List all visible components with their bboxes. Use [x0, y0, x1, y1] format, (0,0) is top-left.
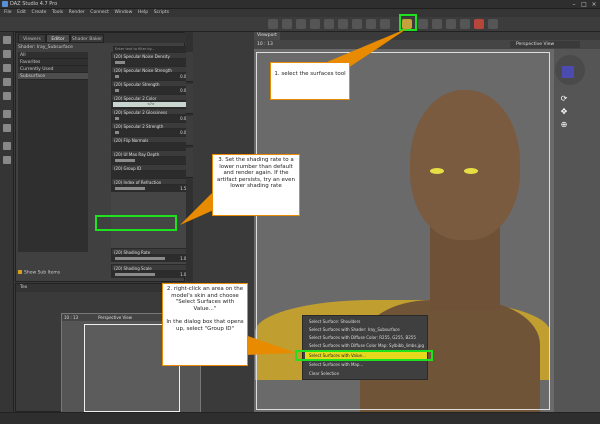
arrow-to-context-menu — [245, 335, 296, 355]
callout-step-2: 2. right-click an area on the model's sk… — [162, 283, 248, 366]
callout-step-1: 1. select the surfaces tool — [270, 62, 350, 100]
bottom-bar — [0, 412, 600, 424]
screen: DAZ Studio 4.7 Pro – □ × File Edit Creat… — [0, 0, 600, 424]
callout-step-3: 3. Set the shading rate to a lower numbe… — [212, 154, 300, 216]
